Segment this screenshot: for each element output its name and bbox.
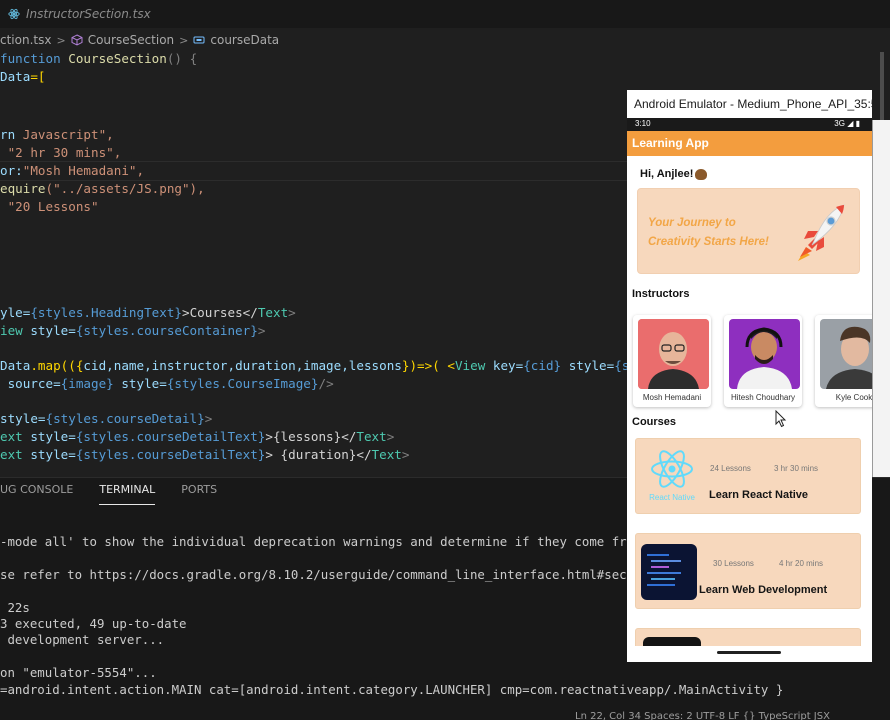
- react-native-logo-text: React Native: [649, 493, 695, 502]
- code-line: equire("../assets/JS.png"),: [0, 181, 205, 196]
- code-line: Data.map(({cid,name,instructor,duration,…: [0, 358, 667, 373]
- instructor-card[interactable]: Hitesh Choudhary: [724, 315, 802, 407]
- instructors-heading: Instructors: [632, 288, 690, 300]
- instructor-name: Kyle Cook: [835, 393, 872, 402]
- course-card[interactable]: 30 Lessons 4 hr 20 mins Learn Web Develo…: [635, 533, 861, 609]
- breadcrumb-variable[interactable]: courseData: [210, 33, 279, 47]
- tab-ports[interactable]: PORTS: [181, 483, 217, 505]
- mouse-cursor-icon: [775, 410, 787, 428]
- person-avatar-icon: [638, 319, 709, 389]
- status-network: 3G ◢ ▮: [834, 119, 860, 128]
- breadcrumb-file[interactable]: ction.tsx: [0, 33, 51, 47]
- course-duration: 4 hr 20 mins: [779, 559, 824, 568]
- code-line: ext style={styles.courseDetailText}>{les…: [0, 429, 395, 444]
- emulator-title-bar[interactable]: Android Emulator - Medium_Phone_API_35:5…: [627, 90, 872, 118]
- tab-terminal[interactable]: TERMINAL: [99, 483, 156, 505]
- terminal-line: -mode all' to show the individual deprec…: [0, 534, 702, 549]
- editor-tab-bar: InstructorSection.tsx: [0, 0, 890, 28]
- editor-scrollbar[interactable]: [880, 52, 884, 122]
- greeting-text: Hi, Anjlee!: [640, 168, 708, 180]
- chevron-right-icon: >: [56, 33, 66, 47]
- instructor-name: Mosh Hemadani: [642, 393, 702, 402]
- person-avatar-icon: [820, 319, 872, 389]
- code-line: or:"Mosh Hemadani",: [0, 163, 145, 178]
- variable-icon: [193, 36, 205, 44]
- instructor-photo: [820, 319, 872, 389]
- terminal-line: 3 executed, 49 up-to-date: [0, 616, 187, 631]
- code-line: rn Javascript",: [0, 127, 114, 142]
- tab-debug-console[interactable]: UG CONSOLE: [0, 483, 73, 505]
- editor-tab[interactable]: InstructorSection.tsx: [0, 0, 165, 28]
- code-line: iew style={styles.courseContainer}>: [0, 323, 266, 338]
- editor-tab-title: InstructorSection.tsx: [26, 7, 151, 21]
- code-line: function CourseSection() {: [0, 51, 198, 66]
- course-image: [641, 544, 697, 600]
- code-line: ext style={styles.courseDetailText}> {du…: [0, 447, 410, 462]
- instructor-photo: [638, 319, 709, 389]
- react-logo-icon: React Native: [649, 450, 695, 502]
- terminal-line: on "emulator-5554"...: [0, 665, 157, 680]
- app-screen[interactable]: Hi, Anjlee! Your Journey to Creativity S…: [627, 156, 872, 659]
- course-title: Learn React Native: [709, 489, 809, 501]
- code-line: style={styles.courseDetail}>: [0, 411, 213, 426]
- instructor-card[interactable]: Kyle Cook: [815, 315, 872, 407]
- react-file-icon: [8, 8, 20, 20]
- course-lessons: 24 Lessons: [710, 464, 751, 473]
- terminal-line: 22s: [0, 600, 30, 615]
- courses-heading: Courses: [632, 416, 677, 428]
- person-avatar-icon: [729, 319, 800, 389]
- course-title: Learn Web Development: [699, 584, 828, 596]
- rocket-icon: [798, 204, 845, 261]
- code-line: source={image} style={styles.CourseImage…: [0, 376, 334, 391]
- code-line: Data=[: [0, 69, 46, 84]
- code-line: "20 Lessons": [7, 199, 99, 214]
- app-title-bar: Learning App: [627, 131, 872, 156]
- cube-symbol-icon: [71, 34, 83, 46]
- instructor-name: Hitesh Choudhary: [730, 393, 796, 402]
- panel-tab-bar: UG CONSOLE TERMINAL PORTS: [0, 483, 217, 505]
- instructor-photo: [729, 319, 800, 389]
- hero-banner: Your Journey to Creativity Starts Here!: [637, 188, 860, 274]
- status-bar-info: Ln 22, Col 34 Spaces: 2 UTF-8 LF {} Type…: [575, 711, 830, 720]
- hero-text: Your Journey to Creativity Starts Here!: [648, 217, 769, 248]
- terminal-line: development server...: [0, 632, 165, 647]
- course-card[interactable]: React Native 24 Lessons 3 hr 30 mins Lea…: [635, 438, 861, 514]
- android-nav-bar: [627, 646, 872, 662]
- code-line: yle={styles.HeadingText}>Courses</Text>: [0, 305, 296, 320]
- woman-emoji-icon: [695, 168, 708, 180]
- course-lessons: 30 Lessons: [713, 559, 754, 568]
- signal-icon: ◢: [847, 119, 854, 128]
- code-screen-icon: [641, 544, 697, 600]
- terminal-line: =android.intent.action.MAIN cat=[android…: [0, 682, 784, 697]
- android-emulator-window: Android Emulator - Medium_Phone_API_35:5…: [627, 90, 872, 662]
- breadcrumb-symbol[interactable]: CourseSection: [88, 33, 174, 47]
- terminal-line: se refer to https://docs.gradle.org/8.10…: [0, 567, 702, 582]
- instructor-card[interactable]: Mosh Hemadani: [633, 315, 711, 407]
- breadcrumb: ction.tsx > CourseSection > courseData: [0, 30, 279, 50]
- course-image: React Native: [643, 447, 701, 505]
- status-time: 3:10: [635, 119, 651, 128]
- course-duration: 3 hr 30 mins: [774, 464, 819, 473]
- code-line: "2 hr 30 mins",: [7, 145, 122, 160]
- home-gesture-handle[interactable]: [717, 651, 781, 654]
- android-status-bar: 3:10 3G ◢ ▮: [627, 118, 872, 131]
- chevron-right-icon: >: [179, 33, 189, 47]
- battery-icon: ▮: [855, 119, 860, 128]
